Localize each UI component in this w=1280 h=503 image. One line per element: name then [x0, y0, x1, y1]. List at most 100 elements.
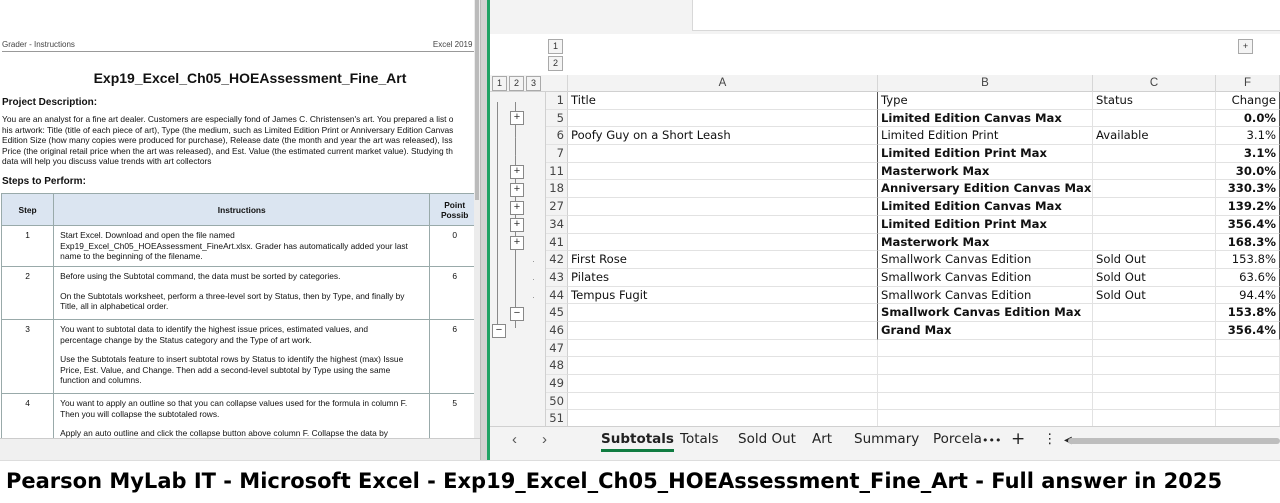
- cell-status[interactable]: [1093, 357, 1216, 375]
- cell-change[interactable]: Change: [1216, 92, 1280, 110]
- row-header[interactable]: 43: [546, 268, 568, 287]
- more-sheets-button[interactable]: •••: [982, 434, 1001, 447]
- cell-title[interactable]: [568, 375, 878, 393]
- cell-status[interactable]: [1093, 198, 1216, 216]
- cell-change[interactable]: 356.4%: [1216, 215, 1280, 234]
- expand-row-34-button[interactable]: +: [510, 218, 524, 232]
- next-sheet-button[interactable]: ›: [542, 431, 547, 448]
- pdf-scroll-thumb[interactable]: [475, 0, 479, 200]
- cell-status[interactable]: Available: [1093, 127, 1216, 146]
- cell-status[interactable]: [1093, 180, 1216, 199]
- sheet-options-button[interactable]: ⋮: [1043, 431, 1057, 447]
- expand-row-27-button[interactable]: +: [510, 201, 524, 215]
- cell-status[interactable]: [1093, 321, 1216, 340]
- cell-title[interactable]: [568, 162, 878, 181]
- column-header-c[interactable]: C: [1093, 75, 1216, 92]
- cell-status[interactable]: [1093, 145, 1216, 163]
- column-header-a[interactable]: A: [568, 75, 878, 92]
- cell-change[interactable]: 139.2%: [1216, 198, 1280, 216]
- cell-type[interactable]: Smallwork Canvas Edition: [878, 286, 1093, 305]
- tab-porcelain[interactable]: Porcela: [933, 431, 982, 447]
- expand-row-11-button[interactable]: +: [510, 165, 524, 179]
- cell-status[interactable]: [1093, 233, 1216, 252]
- cell-type[interactable]: [878, 392, 1093, 411]
- tab-totals[interactable]: Totals: [680, 431, 719, 447]
- cell-type[interactable]: Limited Edition Print Max: [878, 145, 1093, 163]
- tab-art[interactable]: Art: [812, 431, 832, 447]
- cell-change[interactable]: 0.0%: [1216, 109, 1280, 128]
- horizontal-scrollbar[interactable]: [1068, 438, 1280, 444]
- row-header[interactable]: 18: [546, 180, 568, 199]
- row-header[interactable]: 5: [546, 109, 568, 128]
- cell-status[interactable]: Sold Out: [1093, 268, 1216, 287]
- cell-type[interactable]: [878, 375, 1093, 393]
- expand-row-18-button[interactable]: +: [510, 183, 524, 197]
- cell-type[interactable]: Type: [878, 92, 1093, 110]
- tab-subtotals[interactable]: Subtotals: [601, 431, 674, 452]
- row-header[interactable]: 41: [546, 233, 568, 252]
- cell-title[interactable]: [568, 198, 878, 216]
- cell-status[interactable]: Sold Out: [1093, 251, 1216, 269]
- cell-status[interactable]: [1093, 215, 1216, 234]
- collapse-row-45-button[interactable]: −: [510, 307, 524, 321]
- collapse-row-46-button[interactable]: −: [492, 324, 506, 338]
- cell-change[interactable]: [1216, 357, 1280, 375]
- cell-type[interactable]: Anniversary Edition Canvas Max: [878, 180, 1093, 199]
- cell-change[interactable]: 330.3%: [1216, 180, 1280, 199]
- row-header[interactable]: 47: [546, 339, 568, 358]
- cell-change[interactable]: 3.1%: [1216, 127, 1280, 146]
- cell-title[interactable]: [568, 357, 878, 375]
- window-splitter[interactable]: [480, 0, 490, 460]
- cell-title[interactable]: [568, 321, 878, 340]
- cell-status[interactable]: [1093, 109, 1216, 128]
- cell-title[interactable]: Poofy Guy on a Short Leash: [568, 127, 878, 146]
- cell-type[interactable]: Limited Edition Print: [878, 127, 1093, 146]
- cell-status[interactable]: [1093, 162, 1216, 181]
- cell-type[interactable]: Masterwork Max: [878, 162, 1093, 181]
- cell-status[interactable]: Sold Out: [1093, 286, 1216, 305]
- column-header-b[interactable]: B: [878, 75, 1093, 92]
- cell-status[interactable]: [1093, 392, 1216, 411]
- outline-level-3-button[interactable]: 3: [526, 76, 541, 91]
- cell-change[interactable]: 153.8%: [1216, 304, 1280, 322]
- expand-row-41-button[interactable]: +: [510, 236, 524, 250]
- row-header[interactable]: 45: [546, 304, 568, 322]
- cell-change[interactable]: [1216, 339, 1280, 358]
- cell-title[interactable]: [568, 109, 878, 128]
- cell-change[interactable]: 63.6%: [1216, 268, 1280, 287]
- outline-level-2-button[interactable]: 2: [509, 76, 524, 91]
- cell-title[interactable]: [568, 339, 878, 358]
- cell-title[interactable]: Pilates: [568, 268, 878, 287]
- row-header[interactable]: 6: [546, 127, 568, 146]
- cell-status[interactable]: [1093, 304, 1216, 322]
- cell-title[interactable]: [568, 392, 878, 411]
- cell-type[interactable]: Masterwork Max: [878, 233, 1093, 252]
- cell-change[interactable]: 94.4%: [1216, 286, 1280, 305]
- column-level-2-button[interactable]: 2: [548, 56, 563, 71]
- tab-sold-out[interactable]: Sold Out: [738, 431, 796, 447]
- cell-type[interactable]: Grand Max: [878, 321, 1093, 340]
- cell-change[interactable]: 30.0%: [1216, 162, 1280, 181]
- cell-change[interactable]: 3.1%: [1216, 145, 1280, 163]
- tab-summary[interactable]: Summary: [854, 431, 919, 447]
- cell-title[interactable]: [568, 145, 878, 163]
- cell-status[interactable]: [1093, 375, 1216, 393]
- row-header[interactable]: 27: [546, 198, 568, 216]
- cell-change[interactable]: [1216, 375, 1280, 393]
- cell-title[interactable]: [568, 304, 878, 322]
- cell-change[interactable]: 356.4%: [1216, 321, 1280, 340]
- select-all-corner[interactable]: [546, 75, 568, 92]
- cell-change[interactable]: 168.3%: [1216, 233, 1280, 252]
- row-header[interactable]: 48: [546, 357, 568, 375]
- cell-status[interactable]: [1093, 339, 1216, 358]
- cell-type[interactable]: [878, 357, 1093, 375]
- cell-status[interactable]: Status: [1093, 92, 1216, 110]
- cell-change[interactable]: [1216, 392, 1280, 411]
- cell-title[interactable]: [568, 180, 878, 199]
- prev-sheet-button[interactable]: ‹: [512, 431, 517, 448]
- column-expand-button[interactable]: +: [1238, 39, 1253, 54]
- cell-title[interactable]: Tempus Fugit: [568, 286, 878, 305]
- row-header[interactable]: 46: [546, 321, 568, 340]
- cell-type[interactable]: Smallwork Canvas Edition Max: [878, 304, 1093, 322]
- cell-type[interactable]: Smallwork Canvas Edition: [878, 268, 1093, 287]
